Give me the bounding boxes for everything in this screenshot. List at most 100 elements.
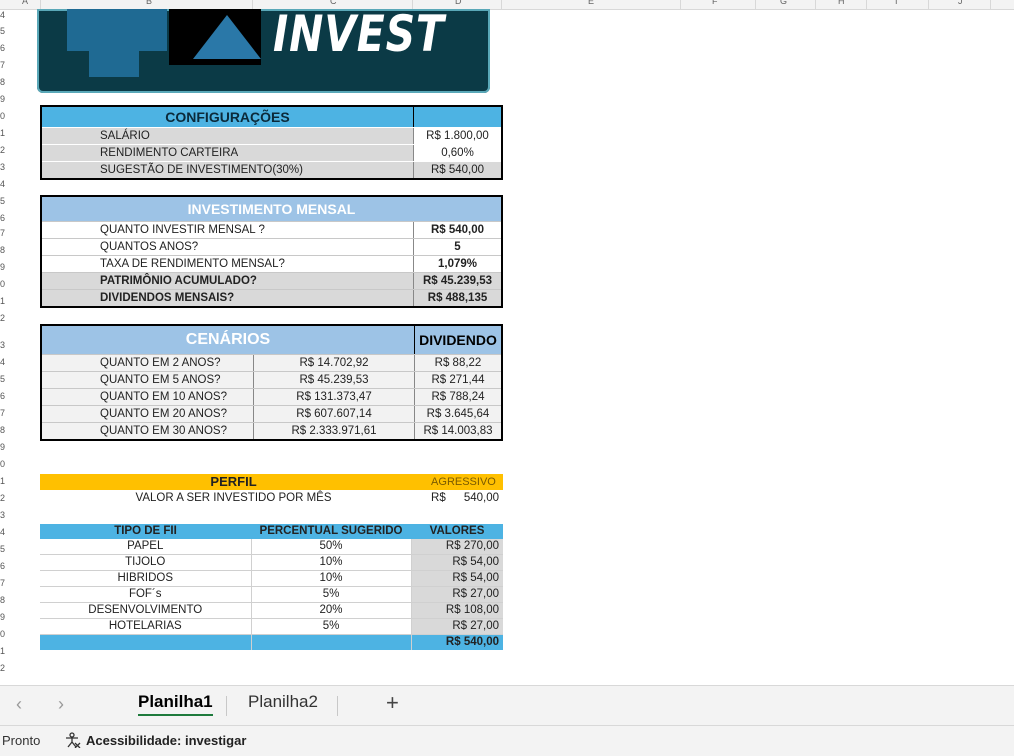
cenarios-dividend-header[interactable]: DIVIDENDO <box>414 325 502 355</box>
row-header[interactable]: 3 <box>0 340 9 350</box>
row-header[interactable]: 7 <box>0 408 9 418</box>
add-sheet-button[interactable]: + <box>386 690 399 716</box>
fii-tipo[interactable]: PAPEL <box>40 539 251 555</box>
fii-header-percentual[interactable]: PERCENTUAL SUGERIDO <box>251 524 411 539</box>
fii-tipo[interactable]: HOTELARIAS <box>40 618 251 635</box>
fii-valor[interactable]: R$ 54,00 <box>411 570 503 587</box>
investimento-value-anos[interactable]: 5 <box>413 238 502 256</box>
fii-valor[interactable]: R$ 108,00 <box>411 602 503 619</box>
fii-pct[interactable]: 10% <box>250 570 412 587</box>
investimento-title[interactable]: INVESTIMENTO MENSAL <box>41 196 502 222</box>
row-header[interactable]: 9 <box>0 94 9 104</box>
fii-valor[interactable]: R$ 27,00 <box>411 586 503 603</box>
row-header[interactable]: 4 <box>0 10 9 20</box>
row-header[interactable]: 9 <box>0 442 9 452</box>
fii-tipo[interactable]: TIJOLO <box>40 554 251 571</box>
row-header[interactable]: 5 <box>0 544 9 554</box>
row-header[interactable]: 5 <box>0 374 9 384</box>
fii-pct[interactable]: 10% <box>250 554 412 571</box>
config-title[interactable]: CONFIGURAÇÕES <box>41 106 414 128</box>
cenario-total[interactable]: R$ 607.607,14 <box>253 405 415 423</box>
fii-valor[interactable]: R$ 27,00 <box>411 618 503 635</box>
next-sheet-icon[interactable]: › <box>58 694 64 715</box>
row-header[interactable]: 7 <box>0 60 9 70</box>
row-header[interactable]: 4 <box>0 179 9 189</box>
column-header-i[interactable]: I <box>895 0 898 6</box>
row-header[interactable]: 2 <box>0 145 9 155</box>
row-header[interactable]: 6 <box>0 43 9 53</box>
row-header[interactable]: 9 <box>0 262 9 272</box>
row-header[interactable]: 0 <box>0 629 9 639</box>
worksheet-grid[interactable]: A B C D E F G H I J 45678901234567890123… <box>0 0 1014 685</box>
cenario-dividend[interactable]: R$ 788,24 <box>414 388 502 406</box>
column-header-e[interactable]: E <box>588 0 594 6</box>
row-header[interactable]: 1 <box>0 296 9 306</box>
row-header[interactable]: 5 <box>0 26 9 36</box>
cenario-total[interactable]: R$ 14.702,92 <box>253 354 415 372</box>
cenario-dividend[interactable]: R$ 271,44 <box>414 371 502 389</box>
cenario-total[interactable]: R$ 2.333.971,61 <box>253 422 415 441</box>
column-header-d[interactable]: D <box>455 0 462 6</box>
row-header[interactable]: 1 <box>0 646 9 656</box>
fii-header-tipo[interactable]: TIPO DE FII <box>40 524 251 539</box>
accessibility-status[interactable]: Acessibilidade: investigar <box>64 732 246 749</box>
row-header[interactable]: 6 <box>0 213 9 223</box>
fii-pct[interactable]: 20% <box>250 602 412 619</box>
tab-planilha1[interactable]: Planilha1 <box>138 692 213 716</box>
row-header[interactable]: 1 <box>0 476 9 486</box>
row-header[interactable]: 7 <box>0 228 9 238</box>
tab-planilha2[interactable]: Planilha2 <box>248 692 318 712</box>
fii-tipo[interactable]: HIBRIDOS <box>40 570 251 587</box>
fii-pct[interactable]: 5% <box>250 618 412 635</box>
row-header[interactable]: 6 <box>0 391 9 401</box>
row-header[interactable]: 7 <box>0 578 9 588</box>
config-value-rendimento[interactable]: 0,60% <box>413 144 502 162</box>
column-header-f[interactable]: F <box>712 0 718 6</box>
row-header[interactable]: 8 <box>0 425 9 435</box>
cenario-dividend[interactable]: R$ 14.003,83 <box>414 422 502 441</box>
row-header[interactable]: 1 <box>0 128 9 138</box>
investimento-value-mensal[interactable]: R$ 540,00 <box>413 221 502 239</box>
investimento-value-dividendos[interactable]: R$ 488,135 <box>413 289 502 308</box>
cenario-dividend[interactable]: R$ 3.645,64 <box>414 405 502 423</box>
fii-pct[interactable]: 50% <box>250 539 412 555</box>
row-header[interactable]: 5 <box>0 196 9 206</box>
fii-valor[interactable]: R$ 54,00 <box>411 554 503 571</box>
column-header-h[interactable]: H <box>838 0 845 6</box>
column-header-b[interactable]: B <box>146 0 152 6</box>
row-header[interactable]: 0 <box>0 279 9 289</box>
cenario-total[interactable]: R$ 131.373,47 <box>253 388 415 406</box>
cenarios-title[interactable]: CENÁRIOS <box>41 325 415 355</box>
perfil-title[interactable]: PERFIL <box>40 474 428 490</box>
row-header[interactable]: 8 <box>0 77 9 87</box>
cenario-total[interactable]: R$ 45.239,53 <box>253 371 415 389</box>
column-header-a[interactable]: A <box>22 0 28 6</box>
row-header[interactable]: 3 <box>0 510 9 520</box>
perfil-label[interactable]: VALOR A SER INVESTIDO POR MÊS <box>40 490 427 506</box>
perfil-value[interactable]: AGRESSIVO <box>427 474 503 490</box>
fii-tipo[interactable]: FOF´s <box>40 586 251 603</box>
row-header[interactable]: 0 <box>0 459 9 469</box>
row-header[interactable]: 2 <box>0 313 9 323</box>
row-header[interactable]: 9 <box>0 612 9 622</box>
row-header[interactable]: 3 <box>0 162 9 172</box>
fii-valor[interactable]: R$ 270,00 <box>411 539 503 555</box>
config-value-sugestao[interactable]: R$ 540,00 <box>413 161 502 180</box>
fii-header-valores[interactable]: VALORES <box>411 524 503 539</box>
fii-total[interactable]: R$ 540,00 <box>411 634 503 650</box>
row-header[interactable]: 8 <box>0 245 9 255</box>
column-header-j[interactable]: J <box>958 0 963 6</box>
row-header[interactable]: 2 <box>0 663 9 673</box>
row-header[interactable]: 4 <box>0 527 9 537</box>
fii-pct[interactable]: 5% <box>250 586 412 603</box>
column-header-g[interactable]: G <box>780 0 787 6</box>
row-header[interactable]: 8 <box>0 595 9 605</box>
config-value-salario[interactable]: R$ 1.800,00 <box>413 127 502 145</box>
row-header[interactable]: 4 <box>0 357 9 367</box>
prev-sheet-icon[interactable]: ‹ <box>16 694 22 715</box>
row-header[interactable]: 0 <box>0 111 9 121</box>
cenario-dividend[interactable]: R$ 88,22 <box>414 354 502 372</box>
investimento-value-patrimonio[interactable]: R$ 45.239,53 <box>413 272 502 290</box>
fii-tipo[interactable]: DESENVOLVIMENTO <box>40 602 251 619</box>
row-header[interactable]: 2 <box>0 493 9 503</box>
